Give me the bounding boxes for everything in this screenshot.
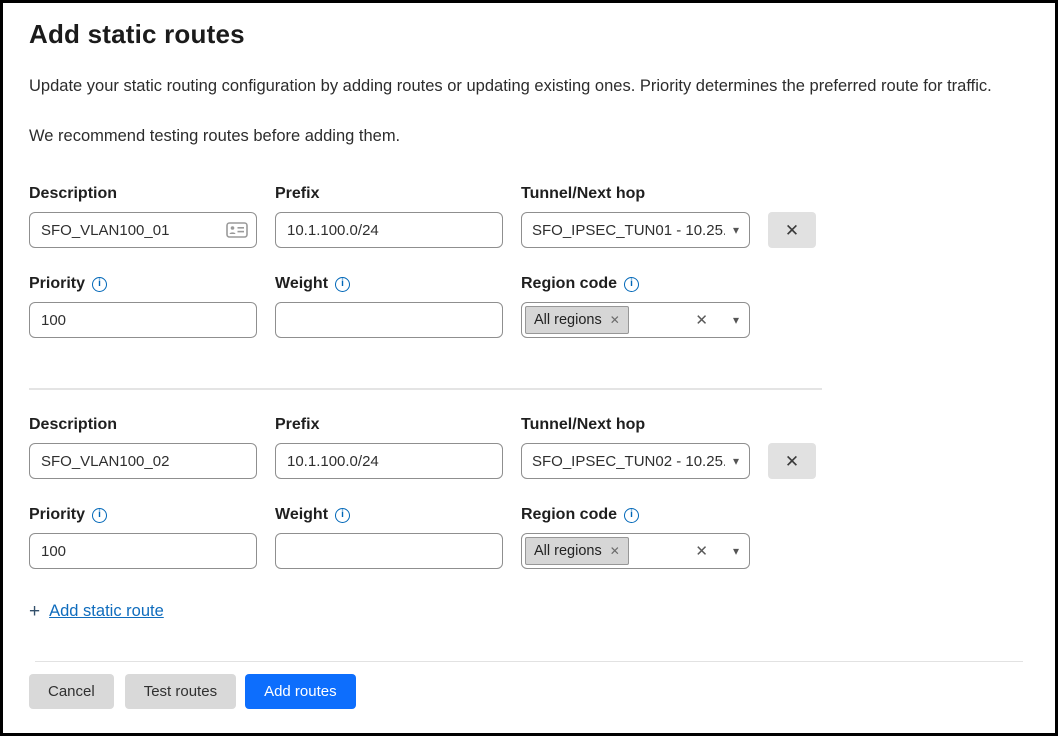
prefix-input[interactable] — [275, 443, 503, 479]
clear-selection-icon[interactable]: ✕ — [695, 544, 708, 559]
description-label: Description — [29, 185, 117, 203]
chevron-down-icon: ▾ — [733, 314, 739, 326]
description-input[interactable] — [29, 212, 257, 248]
region-code-field: Region code i All regions ✕ ✕ ▾ — [521, 274, 750, 338]
tunnel-select[interactable]: SFO_IPSEC_TUN02 - 10.25... ▾ — [521, 443, 750, 479]
region-code-label: Region code — [521, 275, 617, 293]
chevron-down-icon: ▾ — [733, 455, 739, 467]
plus-icon: + — [29, 602, 40, 621]
remove-tag-icon[interactable]: ✕ — [610, 545, 620, 557]
info-icon[interactable]: i — [624, 277, 639, 292]
weight-field: Weight i — [275, 274, 503, 338]
description-input[interactable] — [29, 443, 257, 479]
weight-input[interactable] — [275, 302, 503, 338]
cancel-button[interactable]: Cancel — [29, 674, 114, 709]
description-label: Description — [29, 416, 117, 434]
tunnel-select[interactable]: SFO_IPSEC_TUN01 - 10.25... ▾ — [521, 212, 750, 248]
add-static-route-link[interactable]: Add static route — [49, 602, 164, 621]
priority-field: Priority i — [29, 274, 257, 338]
add-static-route-row: + Add static route — [29, 602, 1029, 621]
tunnel-field: Tunnel/Next hop SFO_IPSEC_TUN01 - 10.25.… — [521, 184, 750, 248]
weight-field: Weight i — [275, 505, 503, 569]
region-tag-label: All regions — [534, 543, 602, 559]
priority-field: Priority i — [29, 505, 257, 569]
priority-input[interactable] — [29, 533, 257, 569]
priority-label: Priority — [29, 506, 85, 524]
remove-tag-icon[interactable]: ✕ — [610, 314, 620, 326]
prefix-field: Prefix — [275, 184, 503, 248]
prefix-label: Prefix — [275, 185, 319, 203]
close-icon: ✕ — [785, 222, 799, 239]
route-block-2: Description Prefix Tunnel/Next hop SFO_I… — [29, 415, 1029, 569]
routes-form: Description — [29, 184, 1029, 621]
delete-route-button[interactable]: ✕ — [768, 212, 816, 248]
info-icon[interactable]: i — [92, 277, 107, 292]
add-static-routes-dialog: Add static routes /* placeholder removed… — [0, 0, 1058, 736]
tunnel-label: Tunnel/Next hop — [521, 185, 645, 203]
priority-label: Priority — [29, 275, 85, 293]
prefix-label: Prefix — [275, 416, 319, 434]
description-field: Description — [29, 415, 257, 479]
description-field: Description — [29, 184, 257, 248]
info-icon[interactable]: i — [624, 508, 639, 523]
tunnel-selected-value: SFO_IPSEC_TUN02 - 10.25... — [532, 453, 725, 470]
weight-label: Weight — [275, 275, 328, 293]
prefix-field: Prefix — [275, 415, 503, 479]
prefix-input[interactable] — [275, 212, 503, 248]
page-title: Add static routes — [29, 19, 1029, 50]
region-code-label: Region code — [521, 506, 617, 524]
delete-route-button[interactable]: ✕ — [768, 443, 816, 479]
add-routes-button[interactable]: Add routes — [245, 674, 356, 709]
info-icon[interactable]: i — [92, 508, 107, 523]
route-block-1: Description — [29, 184, 1029, 338]
region-code-select[interactable]: All regions ✕ ✕ ▾ — [521, 302, 750, 338]
weight-label: Weight — [275, 506, 328, 524]
priority-input[interactable] — [29, 302, 257, 338]
region-tag-label: All regions — [534, 312, 602, 328]
region-tag-chip: All regions ✕ — [525, 537, 629, 565]
intro-text: Update your static routing configuration… — [29, 77, 1029, 96]
tunnel-label: Tunnel/Next hop — [521, 416, 645, 434]
region-tag-chip: All regions ✕ — [525, 306, 629, 334]
close-icon: ✕ — [785, 453, 799, 470]
footer-divider — [35, 661, 1023, 662]
chevron-down-icon: ▾ — [733, 224, 739, 236]
region-code-field: Region code i All regions ✕ ✕ ▾ — [521, 505, 750, 569]
note-text: We recommend testing routes before addin… — [29, 127, 1029, 146]
dialog-footer: Cancel Test routes Add routes — [3, 661, 1055, 733]
chevron-down-icon: ▾ — [733, 545, 739, 557]
weight-input[interactable] — [275, 533, 503, 569]
region-code-select[interactable]: All regions ✕ ✕ ▾ — [521, 533, 750, 569]
clear-selection-icon[interactable]: ✕ — [695, 313, 708, 328]
info-icon[interactable]: i — [335, 508, 350, 523]
route-divider — [29, 388, 822, 390]
tunnel-field: Tunnel/Next hop SFO_IPSEC_TUN02 - 10.25.… — [521, 415, 750, 479]
tunnel-selected-value: SFO_IPSEC_TUN01 - 10.25... — [532, 222, 725, 239]
test-routes-button[interactable]: Test routes — [125, 674, 236, 709]
info-icon[interactable]: i — [335, 277, 350, 292]
